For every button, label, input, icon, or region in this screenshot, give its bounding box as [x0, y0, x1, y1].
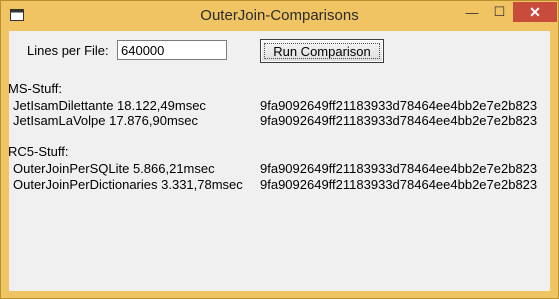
- result-label: JetIsamLaVolpe 17.876,90msec: [13, 113, 199, 128]
- minimize-icon: —: [465, 4, 479, 20]
- result-hash: 9fa9092649ff21183933d78464ee4bb2e7e2b823: [260, 161, 538, 176]
- section-heading-rc5: RC5-Stuff:: [8, 144, 69, 159]
- lines-per-file-input[interactable]: [117, 40, 227, 60]
- client-area: Lines per File: Run Comparison MS-Stuff:…: [8, 31, 550, 291]
- maximize-button[interactable]: ☐: [486, 2, 513, 22]
- result-hash: 9fa9092649ff21183933d78464ee4bb2e7e2b823: [260, 113, 538, 128]
- close-icon: ✕: [529, 3, 541, 20]
- result-hash: 9fa9092649ff21183933d78464ee4bb2e7e2b823: [260, 177, 538, 192]
- focus-rectangle: [264, 43, 380, 59]
- close-button[interactable]: ✕: [513, 2, 557, 22]
- maximize-icon: ☐: [493, 4, 506, 19]
- result-label: JetIsamDilettante 18.122,49msec: [13, 98, 206, 113]
- run-comparison-button[interactable]: Run Comparison: [260, 39, 384, 63]
- main-window: OuterJoin-Comparisons — ☐ ✕ Lines per Fi…: [0, 0, 559, 299]
- lines-per-file-label: Lines per File:: [27, 43, 109, 58]
- title-bar[interactable]: OuterJoin-Comparisons — ☐ ✕: [1, 1, 558, 31]
- section-heading-ms: MS-Stuff:: [8, 81, 62, 96]
- result-hash: 9fa9092649ff21183933d78464ee4bb2e7e2b823: [260, 98, 538, 113]
- result-label: OuterJoinPerSQLite 5.866,21msec: [13, 161, 215, 176]
- minimize-button[interactable]: —: [458, 2, 486, 22]
- result-label: OuterJoinPerDictionaries 3.331,78msec: [13, 177, 243, 192]
